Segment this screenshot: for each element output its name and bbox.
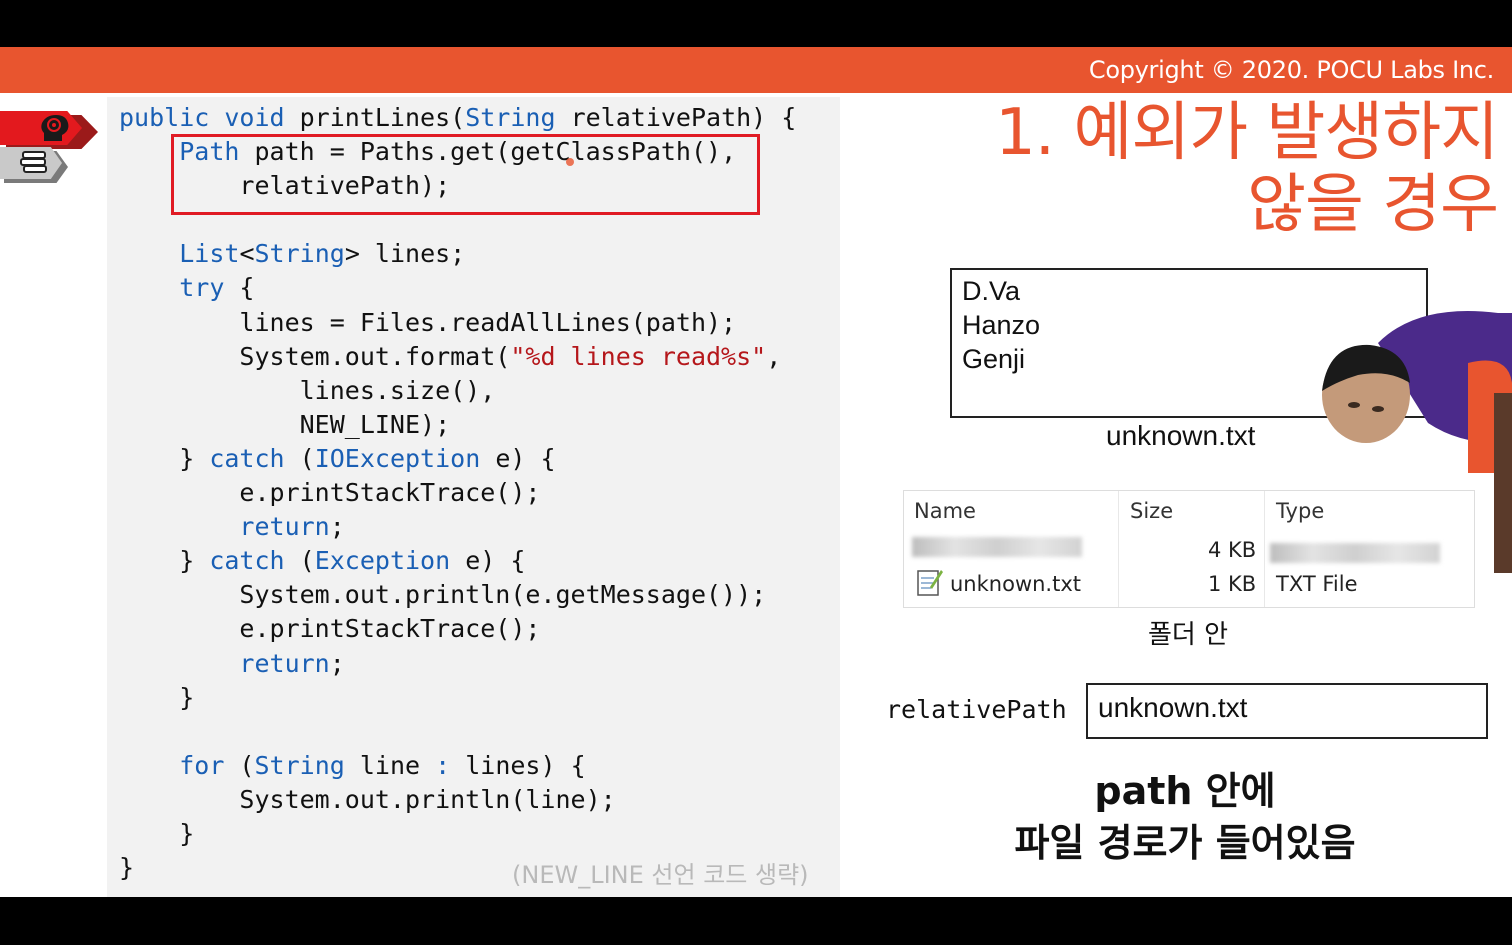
file-line: Hanzo <box>962 310 1041 340</box>
blurred-folder-name <box>912 537 1082 557</box>
caption-line2: 파일 경로가 들어있음 <box>1014 821 1356 865</box>
text-file-icon <box>917 570 943 596</box>
slide-title: 1. 예외가 발생하지 않을 경우 <box>995 96 1499 242</box>
column-header-size[interactable]: Size <box>1130 499 1173 523</box>
code-line: public void printLines(String relativePa… <box>119 103 797 132</box>
row-size: 1 KB <box>1208 572 1257 596</box>
code-line: return; <box>239 512 345 542</box>
code-line: lines = Files.readAllLines(path); <box>119 307 737 337</box>
code-line: } <box>119 853 135 883</box>
file-line: D.Va <box>962 276 1021 306</box>
pointer-dot <box>566 158 574 166</box>
code-line: System.out.println(e.getMessage()); <box>119 580 767 610</box>
column-header-type[interactable]: Type <box>1276 499 1324 523</box>
code-line: try { <box>179 273 255 303</box>
file-line: Genji <box>962 344 1026 374</box>
slide-title-line1: 1. 예외가 발생하지 <box>995 96 1499 170</box>
code-panel: public void printLines(String relativePa… <box>107 97 840 897</box>
explanation-caption: path 안에 파일 경로가 들어있음 <box>960 765 1410 869</box>
row-name[interactable]: unknown.txt <box>950 572 1081 596</box>
code-line: e.printStackTrace(); <box>119 614 541 644</box>
slide-title-line2: 않을 경우 <box>1247 168 1499 242</box>
relative-path-value: unknown.txt <box>1098 692 1248 723</box>
blurred-folder-type <box>1270 543 1440 563</box>
row-size: 4 KB <box>1208 538 1257 562</box>
code-line: } catch (IOException e) { <box>119 443 556 473</box>
relative-path-box: unknown.txt <box>1086 683 1488 739</box>
relative-path-label: relativePath <box>886 695 1067 724</box>
code-line: } <box>119 818 195 848</box>
code-line: List<String> lines; <box>179 239 466 269</box>
code-line: lines.size(), <box>119 375 496 405</box>
code-line: System.out.format("%d lines read%s", <box>119 341 782 371</box>
row-type: TXT File <box>1276 572 1358 596</box>
code-note: (NEW_LINE 선언 코드 생략) <box>512 861 809 889</box>
code-line: return; <box>239 648 345 678</box>
code-line: } <box>119 682 195 712</box>
books-icon <box>20 151 47 173</box>
copyright-text: Copyright © 2020. POCU Labs Inc. <box>1088 56 1494 84</box>
slide: Copyright © 2020. POCU Labs Inc. public … <box>0 47 1512 897</box>
code-line: } catch (Exception e) { <box>119 546 526 576</box>
highlight-box <box>171 134 760 215</box>
file-explorer: Name Size Type 4 KB unknown.txt 1 KB TXT… <box>903 490 1475 608</box>
code-block: public void printLines(String relativePa… <box>119 101 796 885</box>
file-lines: D.Va Hanzo Genji <box>962 274 1040 376</box>
code-line: for (String line : lines) { <box>179 750 586 780</box>
header-bar: Copyright © 2020. POCU Labs Inc. <box>0 47 1512 93</box>
code-line: e.printStackTrace(); <box>119 478 541 508</box>
code-line: System.out.println(line); <box>119 784 616 814</box>
folder-caption: 폴더 안 <box>1148 620 1229 650</box>
code-line: NEW_LINE); <box>119 409 451 439</box>
column-header-name[interactable]: Name <box>914 499 976 523</box>
caption-line1: path 안에 <box>1094 769 1276 813</box>
brain-icon <box>41 115 69 141</box>
file-name-label: unknown.txt <box>1106 420 1256 451</box>
